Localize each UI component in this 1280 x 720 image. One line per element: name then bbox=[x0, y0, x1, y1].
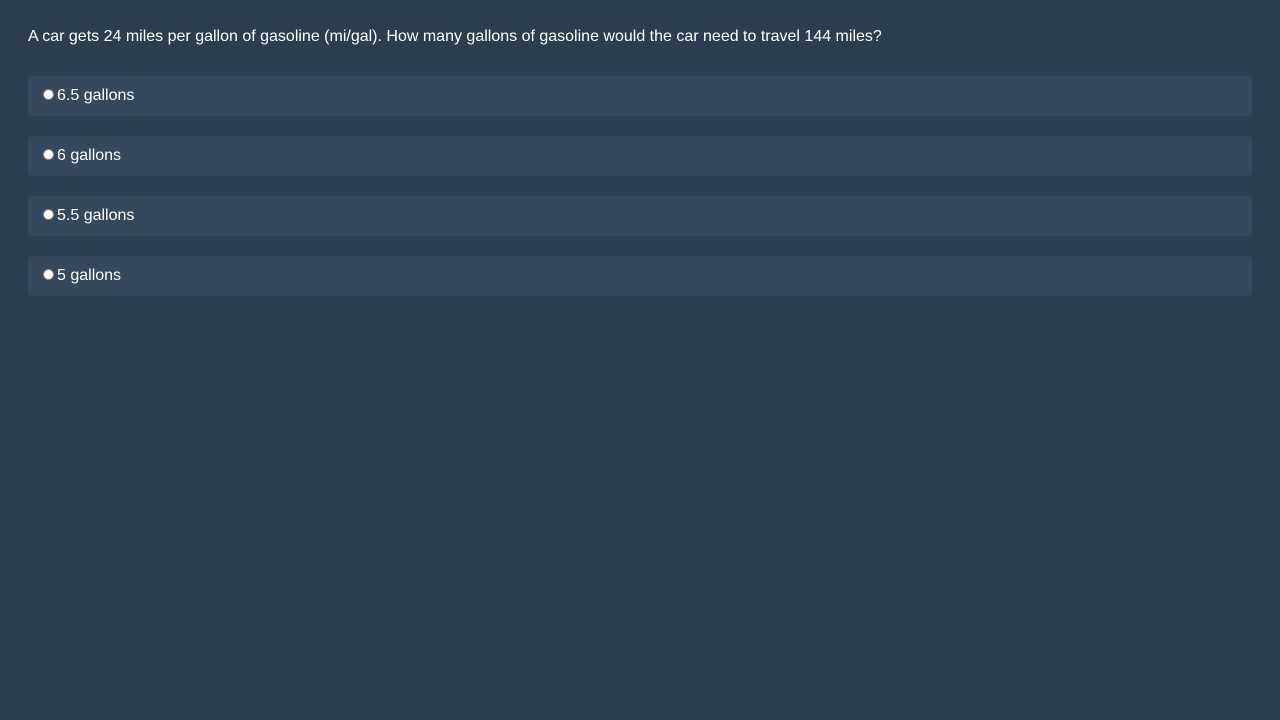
question-text: A car gets 24 miles per gallon of gasoli… bbox=[28, 28, 882, 45]
quiz-container: A car gets 24 miles per gallon of gasoli… bbox=[0, 0, 1280, 296]
answer-option-1[interactable]: 6.5 gallons bbox=[28, 76, 1252, 116]
answer-option-label: 6 gallons bbox=[57, 147, 122, 164]
answer-option-4[interactable]: 5 gallons bbox=[28, 256, 1252, 296]
answer-options: 6.5 gallons 6 gallons 5.5 gallons 5 gall… bbox=[28, 76, 1252, 296]
radio-button-2[interactable] bbox=[43, 148, 54, 160]
answer-option-label: 5.5 gallons bbox=[57, 207, 135, 224]
answer-option-label: 5 gallons bbox=[57, 267, 122, 284]
answer-option-label: 6.5 gallons bbox=[57, 87, 135, 104]
answer-option-3[interactable]: 5.5 gallons bbox=[28, 196, 1252, 236]
answer-option-2[interactable]: 6 gallons bbox=[28, 136, 1252, 176]
radio-button-4[interactable] bbox=[43, 268, 54, 280]
radio-button-3[interactable] bbox=[43, 208, 54, 220]
radio-button-1[interactable] bbox=[43, 88, 54, 100]
